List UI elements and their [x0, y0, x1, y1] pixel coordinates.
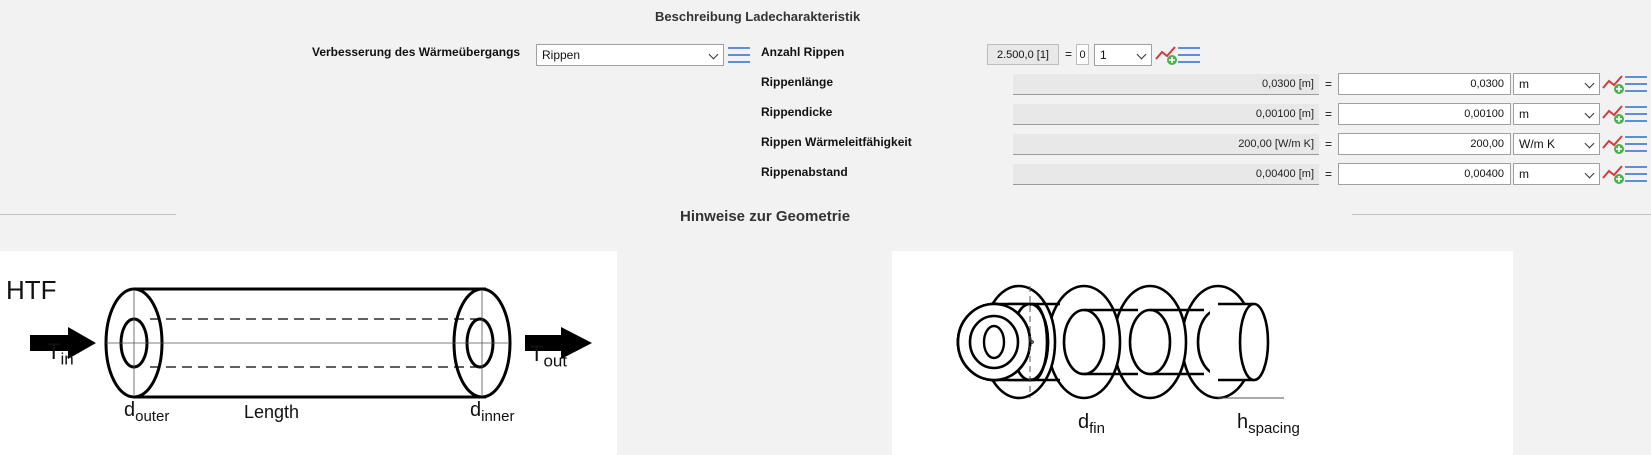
trend-chart-add-icon[interactable] [1602, 163, 1626, 185]
d-fin-symbol: d [1078, 411, 1090, 433]
unit-select-value: W/m K [1519, 137, 1555, 151]
unit-select[interactable]: W/m K [1513, 133, 1600, 155]
param-readonly-value: 200,00 [W/m K] [1013, 134, 1319, 155]
list-menu-icon[interactable] [1625, 105, 1647, 123]
equals-sign: = [1325, 167, 1333, 181]
t-out-subscript: out [543, 351, 568, 371]
chevron-down-icon [1584, 168, 1595, 179]
fins-count-label: Anzahl Rippen [761, 45, 845, 59]
t-out-symbol: T [530, 341, 544, 366]
list-menu-icon[interactable] [1625, 75, 1647, 93]
d-inner-symbol: d [470, 399, 482, 421]
param-input[interactable]: 0,00100 [1338, 103, 1511, 125]
chevron-down-icon [1584, 108, 1595, 119]
param-input[interactable]: 0,0300 [1338, 73, 1511, 95]
tube-diagram-panel: HTF Tin Tout douter Length dinner [0, 251, 617, 455]
fins-count-sub[interactable]: 0 [1076, 44, 1089, 65]
improvement-label: Verbesserung des Wärmeübergangs [312, 45, 521, 59]
unit-select-value: m [1519, 107, 1529, 121]
d-outer-symbol: d [124, 399, 136, 421]
list-menu-icon[interactable] [1625, 165, 1647, 183]
d-fin-subscript: fin [1089, 420, 1105, 437]
improvement-select[interactable]: Rippen [536, 44, 724, 66]
unit-select-value: m [1519, 77, 1529, 91]
d-inner-subscript: inner [481, 408, 515, 425]
list-menu-icon[interactable] [728, 46, 750, 64]
h-spacing-symbol: h [1237, 411, 1249, 433]
d-outer-label: douter [124, 399, 169, 425]
param-label: Rippen Wärmeleitfähigkeit [761, 135, 912, 149]
fins-count-select[interactable]: 1 [1094, 44, 1152, 66]
unit-select-value: m [1519, 167, 1529, 181]
d-outer-subscript: outer [135, 408, 170, 425]
trend-chart-add-icon[interactable] [1155, 44, 1179, 66]
trend-chart-add-icon[interactable] [1602, 133, 1626, 155]
section-title-geometry: Hinweise zur Geometrie [680, 208, 851, 225]
trend-chart-add-icon[interactable] [1602, 73, 1626, 95]
unit-select[interactable]: m [1513, 73, 1600, 95]
h-spacing-subscript: spacing [1248, 420, 1300, 437]
equals-sign: = [1065, 47, 1073, 61]
chevron-down-icon [1584, 138, 1595, 149]
tube-diagram [30, 287, 592, 399]
trend-chart-add-icon[interactable] [1602, 103, 1626, 125]
param-readonly-value: 0,00400 [m] [1013, 164, 1319, 185]
param-input[interactable]: 200,00 [1338, 133, 1511, 155]
param-input[interactable]: 0,00400 [1338, 163, 1511, 185]
fin-diagram [956, 284, 1284, 400]
equals-sign: = [1325, 107, 1333, 121]
t-in-symbol: T [47, 339, 61, 364]
fins-count-select-value: 1 [1100, 48, 1107, 62]
t-in-label: Tin [47, 339, 74, 369]
section-title-charge: Beschreibung Ladecharakteristik [655, 9, 861, 24]
htf-label: HTF [6, 275, 57, 305]
fin-diagram-panel: dfin hspacing [892, 251, 1513, 455]
equals-sign: = [1325, 137, 1333, 151]
divider-left [0, 214, 176, 215]
equals-sign: = [1325, 77, 1333, 91]
param-readonly-value: 0,0300 [m] [1013, 74, 1319, 95]
chevron-down-icon [1584, 78, 1595, 89]
improvement-select-value: Rippen [542, 48, 581, 62]
param-label: Rippenabstand [761, 165, 848, 179]
list-menu-icon[interactable] [1625, 135, 1647, 153]
divider-right [1352, 214, 1651, 215]
param-label: Rippenlänge [761, 75, 834, 89]
d-fin-label: dfin [1078, 411, 1105, 437]
list-menu-icon[interactable] [1178, 46, 1200, 64]
t-in-subscript: in [60, 349, 74, 369]
t-out-label: Tout [530, 341, 567, 371]
fins-count-value: 2.500,0 [1] [987, 44, 1059, 65]
param-readonly-value: 0,00100 [m] [1013, 104, 1319, 125]
d-inner-label: dinner [470, 399, 514, 425]
unit-select[interactable]: m [1513, 103, 1600, 125]
length-label: Length [244, 402, 300, 422]
unit-select[interactable]: m [1513, 163, 1600, 185]
chevron-down-icon [1136, 49, 1147, 60]
chevron-down-icon [708, 49, 719, 60]
h-spacing-label: hspacing [1237, 411, 1300, 437]
param-label: Rippendicke [761, 105, 833, 119]
